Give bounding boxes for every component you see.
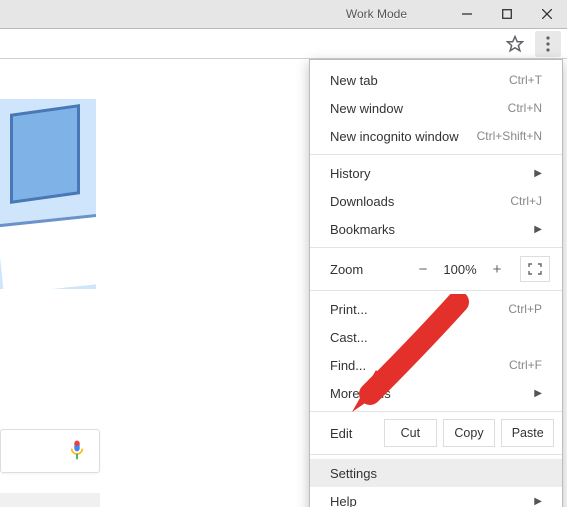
menu-label: History (330, 166, 528, 181)
browser-toolbar (0, 29, 567, 59)
menu-shortcut: Ctrl+T (509, 73, 542, 87)
menu-separator (310, 290, 562, 291)
menu-label: Print... (330, 302, 508, 317)
menu-label: Help (330, 494, 528, 507)
menu-item-edit: Edit Cut Copy Paste (310, 416, 562, 450)
menu-label: More tools (330, 386, 528, 401)
menu-item-zoom: Zoom − 100% + (310, 252, 562, 286)
maximize-button[interactable] (487, 0, 527, 29)
minimize-button[interactable] (447, 0, 487, 29)
menu-label: New incognito window (330, 129, 477, 144)
menu-separator (310, 247, 562, 248)
zoom-out-button[interactable]: − (408, 255, 438, 283)
footer-strip (0, 493, 100, 507)
menu-label: New window (330, 101, 508, 116)
zoom-in-button[interactable]: + (482, 255, 512, 283)
chrome-menu: New tab Ctrl+T New window Ctrl+N New inc… (309, 59, 563, 507)
chevron-right-icon: ▶ (534, 168, 542, 179)
menu-separator (310, 154, 562, 155)
menu-item-new-window[interactable]: New window Ctrl+N (310, 94, 562, 122)
menu-label: Edit (330, 426, 378, 441)
menu-item-downloads[interactable]: Downloads Ctrl+J (310, 187, 562, 215)
search-box[interactable] (0, 429, 100, 473)
menu-label: Settings (330, 466, 542, 481)
menu-label: Zoom (330, 262, 408, 277)
menu-shortcut: Ctrl+P (508, 302, 542, 316)
menu-label: New tab (330, 73, 509, 88)
menu-label: Downloads (330, 194, 510, 209)
menu-item-print[interactable]: Print... Ctrl+P (310, 295, 562, 323)
menu-item-new-tab[interactable]: New tab Ctrl+T (310, 66, 562, 94)
copy-button[interactable]: Copy (443, 419, 496, 447)
menu-item-bookmarks[interactable]: Bookmarks ▶ (310, 215, 562, 243)
menu-item-new-incognito[interactable]: New incognito window Ctrl+Shift+N (310, 122, 562, 150)
microphone-icon[interactable] (69, 439, 85, 464)
menu-shortcut: Ctrl+Shift+N (477, 129, 542, 143)
fullscreen-button[interactable] (520, 256, 550, 282)
menu-item-cast[interactable]: Cast... (310, 323, 562, 351)
paste-button[interactable]: Paste (501, 419, 554, 447)
menu-shortcut: Ctrl+J (510, 194, 542, 208)
menu-item-history[interactable]: History ▶ (310, 159, 562, 187)
cut-button[interactable]: Cut (384, 419, 437, 447)
menu-item-find[interactable]: Find... Ctrl+F (310, 351, 562, 379)
close-button[interactable] (527, 0, 567, 29)
menu-separator (310, 454, 562, 455)
menu-separator (310, 411, 562, 412)
menu-shortcut: Ctrl+N (508, 101, 542, 115)
menu-item-more-tools[interactable]: More tools ▶ (310, 379, 562, 407)
menu-item-help[interactable]: Help ▶ (310, 487, 562, 507)
menu-shortcut: Ctrl+F (509, 358, 542, 372)
menu-item-settings[interactable]: Settings (310, 459, 562, 487)
page-illustration (0, 99, 96, 289)
chevron-right-icon: ▶ (534, 388, 542, 399)
menu-label: Bookmarks (330, 222, 528, 237)
zoom-value: 100% (438, 262, 482, 277)
chevron-right-icon: ▶ (534, 496, 542, 507)
menu-label: Find... (330, 358, 509, 373)
menu-label: Cast... (330, 330, 542, 345)
menu-button[interactable] (535, 31, 561, 57)
bookmark-star-icon[interactable] (501, 30, 529, 58)
chevron-right-icon: ▶ (534, 224, 542, 235)
window-title: Work Mode (346, 7, 407, 21)
window-titlebar: Work Mode (0, 0, 567, 29)
